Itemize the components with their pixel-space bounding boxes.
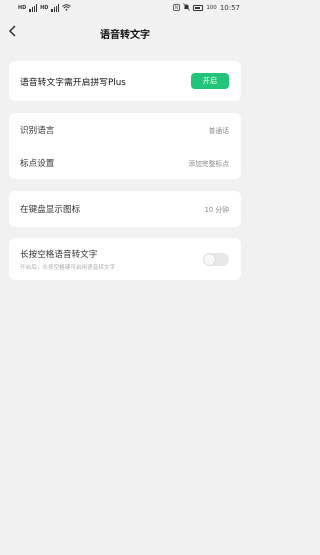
setting-row-long-press: 长按空格语音转文字 开启后，长按空格键可启用语音转文字 [9,238,241,280]
long-press-text: 长按空格语音转文字 开启后，长按空格键可启用语音转文字 [20,248,115,271]
long-press-toggle[interactable] [203,252,229,266]
plus-label: 语音转文字需开启拼写Plus [20,77,126,88]
mute-bell-icon [183,3,191,13]
punctuation-label: 标点设置 [20,158,55,169]
status-right: N 100 10:57 [173,3,240,13]
long-press-sublabel: 开启后，长按空格键可启用语音转文字 [20,264,116,271]
carrier-badge-2: HD [40,5,49,11]
carrier-badge-1: HD [18,5,27,11]
battery-percent: 100 [206,5,217,11]
svg-text:N: N [175,5,178,10]
punctuation-value: 添加完整标点 [188,159,229,168]
status-left: HD HD [18,3,72,13]
plus-row: 语音转文字需开启拼写Plus 开启 [9,61,241,101]
keyboard-icon-value: 10 分钟 [204,206,229,214]
enable-plus-button[interactable]: 开启 [191,73,229,89]
long-press-label: 长按空格语音转文字 [20,249,98,260]
language-card: 识别语言 普通话 标点设置 添加完整标点 [9,113,241,179]
keyboard-icon-label: 在键盘显示图标 [20,205,81,215]
signal-icon-2 [51,4,60,12]
signal-icon [29,4,38,12]
long-press-card: 长按空格语音转文字 开启后，长按空格键可启用语音转文字 [9,238,241,280]
toggle-knob [204,253,215,265]
page-title: 语音转文字 [100,29,150,41]
language-value: 普通话 [208,126,229,135]
battery-icon [193,5,204,11]
nfc-icon: N [173,3,181,13]
language-label: 识别语言 [20,125,55,136]
status-time: 10:57 [219,4,240,12]
keyboard-icon-card: 在键盘显示图标 10 分钟 [9,191,241,227]
back-arrow-icon[interactable] [6,23,20,39]
wifi-icon [62,3,72,13]
plus-card: 语音转文字需开启拼写Plus 开启 [9,61,241,101]
setting-row-language[interactable]: 识别语言 普通话 [9,113,241,146]
header: 语音转文字 [0,18,250,48]
setting-row-punctuation[interactable]: 标点设置 添加完整标点 [9,146,241,179]
status-bar: HD HD N 100 10:57 [0,0,250,16]
setting-row-keyboard-icon[interactable]: 在键盘显示图标 10 分钟 [9,191,241,227]
